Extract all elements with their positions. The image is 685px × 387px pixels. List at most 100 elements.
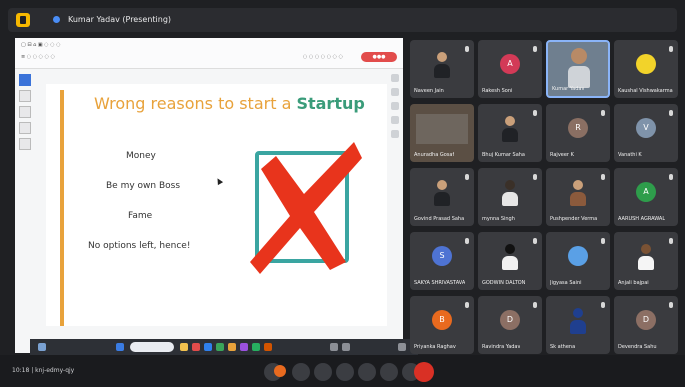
participant-tile[interactable]: V Vanathi K xyxy=(614,104,678,162)
participant-tile[interactable]: B Priyanka Raghav xyxy=(410,296,474,354)
muted-mic-icon xyxy=(465,46,469,52)
classroom-video xyxy=(416,114,468,144)
muted-mic-icon xyxy=(669,302,673,308)
start-icon[interactable] xyxy=(116,343,124,351)
slide-bullet: Fame xyxy=(128,211,153,221)
info-icon[interactable] xyxy=(610,363,628,381)
raise-hand-icon[interactable] xyxy=(358,363,376,381)
taskbar-search[interactable] xyxy=(130,342,174,352)
participant-name: Rajveer K xyxy=(550,152,574,158)
participant-video xyxy=(502,180,518,206)
participant-tile[interactable]: Bhuj Kumar Saha xyxy=(478,104,542,162)
participant-video xyxy=(638,244,654,270)
participant-tile[interactable]: R Rajveer K xyxy=(546,104,610,162)
participant-tile[interactable]: A AARUSH AGRAWAL xyxy=(614,168,678,226)
emoji-icon[interactable] xyxy=(380,363,398,381)
end-call-icon[interactable] xyxy=(414,362,434,382)
participant-name: Priyanka Raghav xyxy=(414,344,456,350)
participant-tile[interactable]: Anjali bajpai xyxy=(614,232,678,290)
participant-avatar: A xyxy=(636,182,656,202)
presentation-slide: Wrong reasons to start a Startup Money B… xyxy=(46,84,387,326)
present-icon[interactable] xyxy=(336,363,354,381)
muted-mic-icon xyxy=(601,110,605,116)
eraser-tool-icon[interactable] xyxy=(19,122,31,134)
file-tabs: ▢ ⊟ ⌂ ▣ ◌ ◌ ◌ xyxy=(21,42,61,48)
meeting-time-and-code: 10:18 | knj-edmy-qjy xyxy=(12,367,75,374)
pen-tool-icon[interactable] xyxy=(19,90,31,102)
participant-name: Ravindra Yadav xyxy=(482,344,521,350)
muted-mic-icon xyxy=(533,46,537,52)
participant-name: Vanathi K xyxy=(618,152,642,158)
select-tool-icon[interactable] xyxy=(19,74,31,86)
active-speaker-tile[interactable]: Kumar Yadav xyxy=(546,40,610,98)
side-icon[interactable] xyxy=(391,116,399,124)
participant-tile[interactable]: Kaushal Vishwakarma xyxy=(614,40,678,98)
participant-tile[interactable]: A Rakesh Soni xyxy=(478,40,542,98)
ribbon-icons: ◌ ◌ ◌ ◌ ◌ ◌ ◌ xyxy=(302,54,343,60)
participant-tile[interactable]: Jigyasa Saini xyxy=(546,232,610,290)
participant-name: SAKYA SHRIVASTAVA xyxy=(414,280,466,286)
participant-name: Anuradha Gosaf xyxy=(414,152,455,158)
participant-tile[interactable]: Naveen Jain xyxy=(410,40,474,98)
globe-icon xyxy=(568,246,588,266)
participant-tile[interactable]: Anuradha Gosaf xyxy=(410,104,474,162)
app-icon[interactable] xyxy=(216,343,224,351)
muted-mic-icon xyxy=(465,302,469,308)
slide-title: Wrong reasons to start a Startup xyxy=(94,94,384,113)
app-icon[interactable] xyxy=(252,343,260,351)
muted-mic-icon xyxy=(669,110,673,116)
participant-tile[interactable]: D Ravindra Yadav xyxy=(478,296,542,354)
participant-tile[interactable]: Sk athena xyxy=(546,296,610,354)
participant-name: Pushpender Verma xyxy=(550,216,598,222)
folder-icon[interactable] xyxy=(180,343,188,351)
reaction-avatar xyxy=(274,365,286,377)
muted-mic-icon xyxy=(465,174,469,180)
muted-mic-icon xyxy=(601,238,605,244)
participant-name: Govind Prasad Saha xyxy=(414,216,465,222)
people-icon[interactable] xyxy=(630,363,648,381)
speaker-video xyxy=(568,48,590,88)
share-button[interactable]: ●●● xyxy=(361,52,397,62)
red-cross-icon xyxy=(250,142,362,274)
muted-mic-icon xyxy=(601,302,605,308)
participant-tile[interactable]: Govind Prasad Saha xyxy=(410,168,474,226)
zoom-tool-icon[interactable] xyxy=(19,138,31,150)
participant-name: Kaushal Vishwakarma xyxy=(618,88,673,94)
participant-video xyxy=(502,116,518,142)
participant-tile[interactable]: Pushpender Verma xyxy=(546,168,610,226)
participant-video xyxy=(434,180,450,206)
camera-icon[interactable] xyxy=(292,363,310,381)
side-icon[interactable] xyxy=(391,74,399,82)
browser-icon[interactable] xyxy=(204,343,212,351)
muted-mic-icon xyxy=(669,174,673,180)
participant-name: AARUSH AGRAWAL xyxy=(618,216,666,222)
muted-mic-icon xyxy=(533,174,537,180)
app-icon[interactable] xyxy=(192,343,200,351)
side-icon[interactable] xyxy=(391,130,399,138)
chat-icon[interactable] xyxy=(650,363,668,381)
participant-video xyxy=(570,180,586,206)
muted-mic-icon xyxy=(465,238,469,244)
participant-avatar: R xyxy=(568,118,588,138)
side-icon[interactable] xyxy=(391,88,399,96)
system-tray-icon xyxy=(330,343,338,351)
powerpoint-icon[interactable] xyxy=(264,343,272,351)
participant-name: Jigyasa Saini xyxy=(550,280,582,286)
app-icon[interactable] xyxy=(228,343,236,351)
participant-tile[interactable]: D Devendra Sahu xyxy=(614,296,678,354)
participant-tile[interactable]: mynna Singh xyxy=(478,168,542,226)
muted-mic-icon xyxy=(601,174,605,180)
participant-tile[interactable]: S SAKYA SHRIVASTAVA xyxy=(410,232,474,290)
slide-bullet: Money xyxy=(126,151,156,161)
shared-screen: ▢ ⊟ ⌂ ▣ ◌ ◌ ◌ ≡ ◌ ◌ ◌ ◌ ◌ ◌ ◌ ◌ ◌ ◌ ◌ ◌ … xyxy=(15,38,418,355)
mouse-cursor-icon xyxy=(214,176,224,186)
side-icon[interactable] xyxy=(391,102,399,110)
highlighter-tool-icon[interactable] xyxy=(19,106,31,118)
participant-avatar: S xyxy=(432,246,452,266)
participant-avatar: D xyxy=(636,310,656,330)
captions-icon[interactable] xyxy=(314,363,332,381)
participant-tile[interactable]: GODWIN DALTON xyxy=(478,232,542,290)
app-icon[interactable] xyxy=(240,343,248,351)
muted-mic-icon xyxy=(669,46,673,52)
taskbar xyxy=(30,339,418,355)
